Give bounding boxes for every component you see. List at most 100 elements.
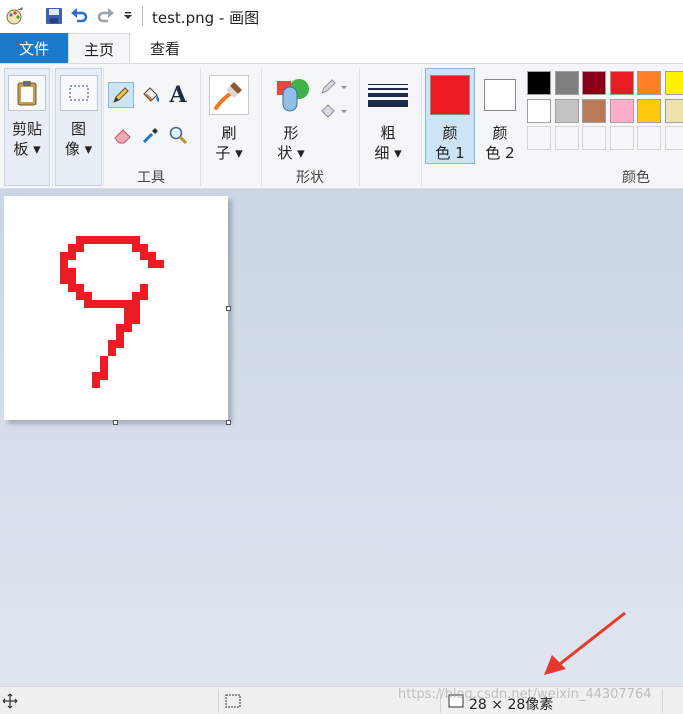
save-icon[interactable] (43, 5, 65, 27)
drawn-pixel (132, 244, 140, 252)
customize-toolbar-dropdown-icon[interactable] (117, 5, 139, 27)
fill-tool-button[interactable] (138, 82, 164, 108)
paint-app-icon[interactable] (4, 5, 26, 27)
select-icon (59, 75, 98, 111)
shape-fill-icon (321, 104, 347, 118)
magnifier-icon (169, 126, 188, 145)
drawn-pixel (124, 236, 132, 244)
drawn-pixel (84, 236, 92, 244)
color-picker-tool-button[interactable] (138, 122, 164, 148)
palette-color-swatch[interactable] (554, 71, 579, 95)
drawn-pixel (68, 284, 76, 292)
color1-button[interactable]: 颜 色 1 (425, 68, 475, 164)
palette-empty-slot[interactable] (527, 126, 551, 150)
line-width-icon (368, 77, 408, 113)
drawn-pixel (116, 236, 124, 244)
image-button[interactable]: 图 像 ▾ (55, 68, 102, 186)
color2-button[interactable]: 颜 色 2 (477, 68, 523, 164)
undo-icon[interactable] (68, 5, 90, 27)
window-title: test.png - 画图 (152, 9, 260, 27)
color2-swatch (484, 79, 516, 111)
drawn-pixel (92, 372, 100, 380)
size-label-1: 粗 (380, 124, 396, 142)
palette-color-swatch[interactable] (609, 71, 634, 95)
redo-icon[interactable] (95, 5, 117, 27)
canvas-workspace[interactable] (0, 189, 683, 686)
drawn-pixel (116, 332, 124, 340)
drawn-pixel (116, 300, 124, 308)
palette-empty-slot[interactable] (554, 126, 579, 150)
drawn-pixel (108, 348, 116, 356)
palette-color-swatch[interactable] (637, 98, 661, 123)
drawn-pixel (92, 300, 100, 308)
ribbon-separator (421, 68, 422, 186)
shapes-label-1: 形 (283, 124, 299, 142)
palette-color-swatch[interactable] (527, 71, 551, 95)
drawn-pixel (84, 300, 92, 308)
size-button[interactable]: 粗 细 ▾ (363, 68, 413, 164)
title-bar: test.png - 画图 (0, 0, 683, 33)
shape-fill-button[interactable] (318, 98, 350, 124)
clipboard-icon (8, 75, 46, 111)
palette-color-swatch[interactable] (664, 98, 683, 123)
status-separator (218, 689, 219, 713)
palette-color-swatch[interactable] (582, 98, 606, 123)
drawing-canvas[interactable] (4, 196, 228, 420)
image-label-1: 图 (70, 120, 86, 138)
tab-home[interactable]: 主页 (68, 33, 130, 65)
palette-empty-slot[interactable] (582, 126, 606, 150)
resize-handle-right[interactable] (226, 306, 231, 311)
image-label-2: 像 ▾ (64, 140, 93, 158)
palette-color-swatch[interactable] (554, 98, 579, 123)
drawn-pixel (132, 292, 140, 300)
shapes-button[interactable]: 形 状 ▾ (266, 68, 316, 164)
drawn-pixel (140, 284, 148, 292)
drawn-pixel (116, 340, 124, 348)
text-tool-button[interactable]: A (165, 82, 191, 108)
palette-color-swatch[interactable] (582, 71, 606, 95)
drawn-pixel (60, 276, 68, 284)
drawn-pixel (108, 340, 116, 348)
palette-color-swatch[interactable] (637, 71, 661, 95)
color1-swatch (430, 75, 470, 115)
dropdown-arrow-icon: ▾ (394, 144, 402, 162)
resize-handle-corner[interactable] (226, 420, 231, 425)
pencil-tool-button[interactable] (108, 82, 134, 108)
drawn-pixel (100, 356, 108, 364)
palette-color-swatch[interactable] (609, 98, 634, 123)
resize-handle-bottom[interactable] (113, 420, 118, 425)
tools-group-label: 工具 (137, 170, 165, 186)
drawn-pixel (124, 316, 132, 324)
palette-color-swatch[interactable] (527, 98, 551, 123)
outline-button[interactable] (318, 74, 350, 100)
drawn-pixel (76, 284, 84, 292)
drawn-pixel (92, 236, 100, 244)
drawn-pixel (140, 292, 148, 300)
drawn-pixel (76, 292, 84, 300)
palette-color-swatch[interactable] (664, 71, 683, 95)
dropdown-arrow-icon: ▾ (297, 144, 305, 162)
fill-bucket-icon (143, 87, 160, 102)
ribbon-tab-row: 文件 主页 查看 (0, 33, 683, 65)
drawn-pixel (60, 268, 68, 276)
tab-view[interactable]: 查看 (134, 33, 196, 64)
shapes-group-label: 形状 (296, 170, 324, 186)
palette-empty-slot[interactable] (609, 126, 634, 150)
color-picker-icon (142, 128, 158, 144)
drawn-pixel (132, 300, 140, 308)
clipboard-button[interactable]: 剪贴 板 ▾ (4, 68, 50, 186)
drawn-pixel (76, 244, 84, 252)
shapes-icon (270, 75, 312, 115)
palette-empty-slot[interactable] (664, 126, 683, 150)
tab-file[interactable]: 文件 (0, 33, 68, 64)
drawn-pixel (68, 244, 76, 252)
brushes-button[interactable]: 刷 子 ▾ (204, 68, 254, 164)
magnifier-tool-button[interactable] (165, 122, 191, 148)
brush-icon (209, 75, 249, 115)
brushes-label-1: 刷 (221, 124, 237, 142)
drawn-pixel (108, 300, 116, 308)
eraser-tool-button[interactable] (110, 122, 136, 148)
drawn-pixel (124, 300, 132, 308)
palette-empty-slot[interactable] (637, 126, 661, 150)
drawn-pixel (132, 316, 140, 324)
